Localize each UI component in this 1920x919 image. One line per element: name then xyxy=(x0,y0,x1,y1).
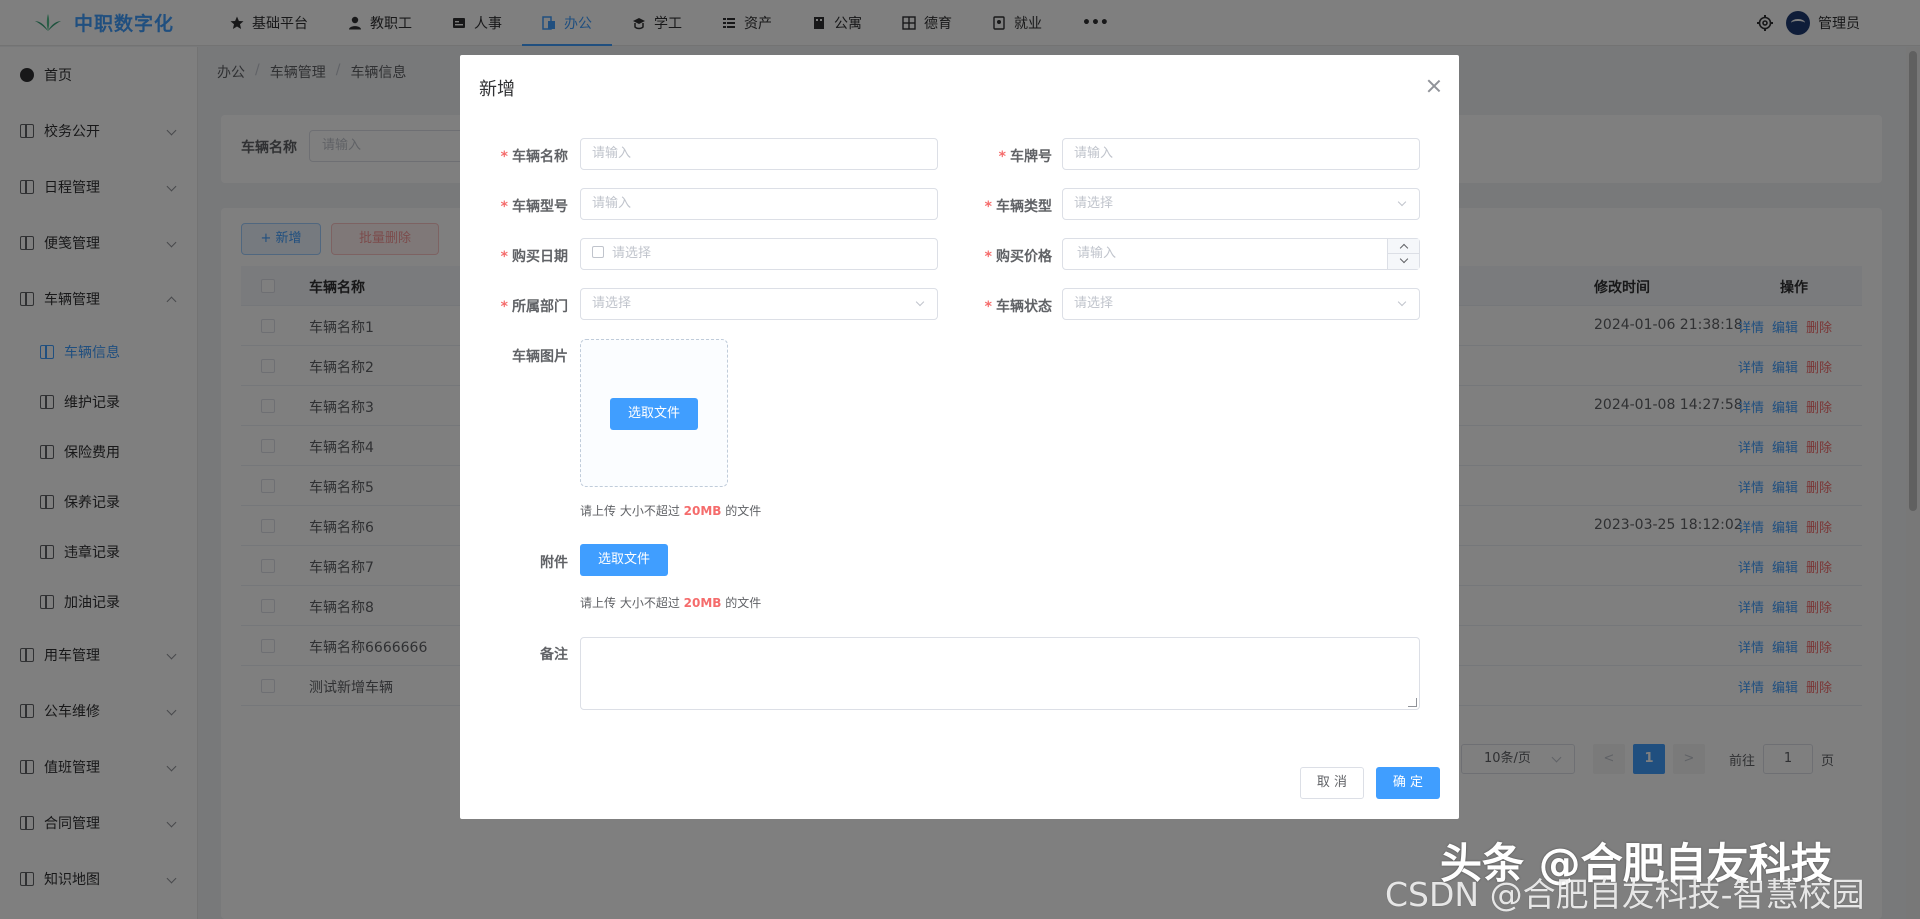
attachment-label: 附件 xyxy=(540,555,568,571)
image-upload-area[interactable]: 选取文件 xyxy=(580,339,728,487)
cancel-button[interactable]: 取 消 xyxy=(1300,767,1364,799)
chevron-down-icon xyxy=(1397,297,1407,307)
calendar-icon xyxy=(592,246,604,258)
purchase-price-input[interactable]: 请输入 xyxy=(1062,238,1420,270)
select-placeholder: 请选择 xyxy=(592,296,632,311)
chevron-down-icon xyxy=(915,297,925,307)
date-placeholder: 请选择 xyxy=(612,246,652,261)
vehicle-type-select[interactable]: 请选择 xyxy=(1062,188,1420,220)
watermark-csdn: CSDN @合肥自友科技-智慧校园 xyxy=(1385,875,1865,914)
vehicle-status-select[interactable]: 请选择 xyxy=(1062,288,1420,320)
image-upload-hint: 请上传 大小不超过 20MB 的文件 xyxy=(580,504,762,518)
add-vehicle-dialog: 新增 * 车辆名称 请输入 * 车牌号 请输入 * 车辆型号 请输入 * 车辆类型 请选… xyxy=(460,55,1459,819)
vehicle-name-label: * 车辆名称 xyxy=(500,149,568,165)
vehicle-model-label: * 车辆型号 xyxy=(500,199,568,215)
plate-label: * 车牌号 xyxy=(998,149,1052,165)
select-placeholder: 请选择 xyxy=(1074,296,1114,311)
vehicle-name-input[interactable]: 请输入 xyxy=(580,138,938,170)
vehicle-model-input[interactable]: 请输入 xyxy=(580,188,938,220)
vehicle-type-label: * 车辆类型 xyxy=(984,199,1052,215)
quantity-stepper[interactable] xyxy=(1387,239,1419,269)
price-placeholder: 请输入 xyxy=(1077,246,1117,261)
vehicle-image-label: 车辆图片 xyxy=(512,349,568,365)
decrease-icon[interactable] xyxy=(1388,254,1419,269)
purchase-date-label: * 购买日期 xyxy=(500,249,568,265)
select-placeholder: 请选择 xyxy=(1074,196,1114,211)
increase-icon[interactable] xyxy=(1388,239,1419,254)
chevron-down-icon xyxy=(1397,197,1407,207)
attachment-upload-hint: 请上传 大小不超过 20MB 的文件 xyxy=(580,596,762,610)
select-attachment-button[interactable]: 选取文件 xyxy=(580,544,668,576)
department-label: * 所属部门 xyxy=(500,299,568,315)
select-image-button[interactable]: 选取文件 xyxy=(610,398,698,430)
department-select[interactable]: 请选择 xyxy=(580,288,938,320)
remark-label: 备注 xyxy=(540,647,568,663)
vehicle-status-label: * 车辆状态 xyxy=(984,299,1052,315)
dialog-title: 新增 xyxy=(479,79,515,100)
purchase-date-picker[interactable]: 请选择 xyxy=(580,238,938,270)
plate-input[interactable]: 请输入 xyxy=(1062,138,1420,170)
purchase-price-label: * 购买价格 xyxy=(984,249,1052,265)
close-icon[interactable] xyxy=(1427,79,1441,93)
remark-textarea[interactable] xyxy=(580,637,1420,710)
confirm-button[interactable]: 确 定 xyxy=(1376,767,1440,799)
